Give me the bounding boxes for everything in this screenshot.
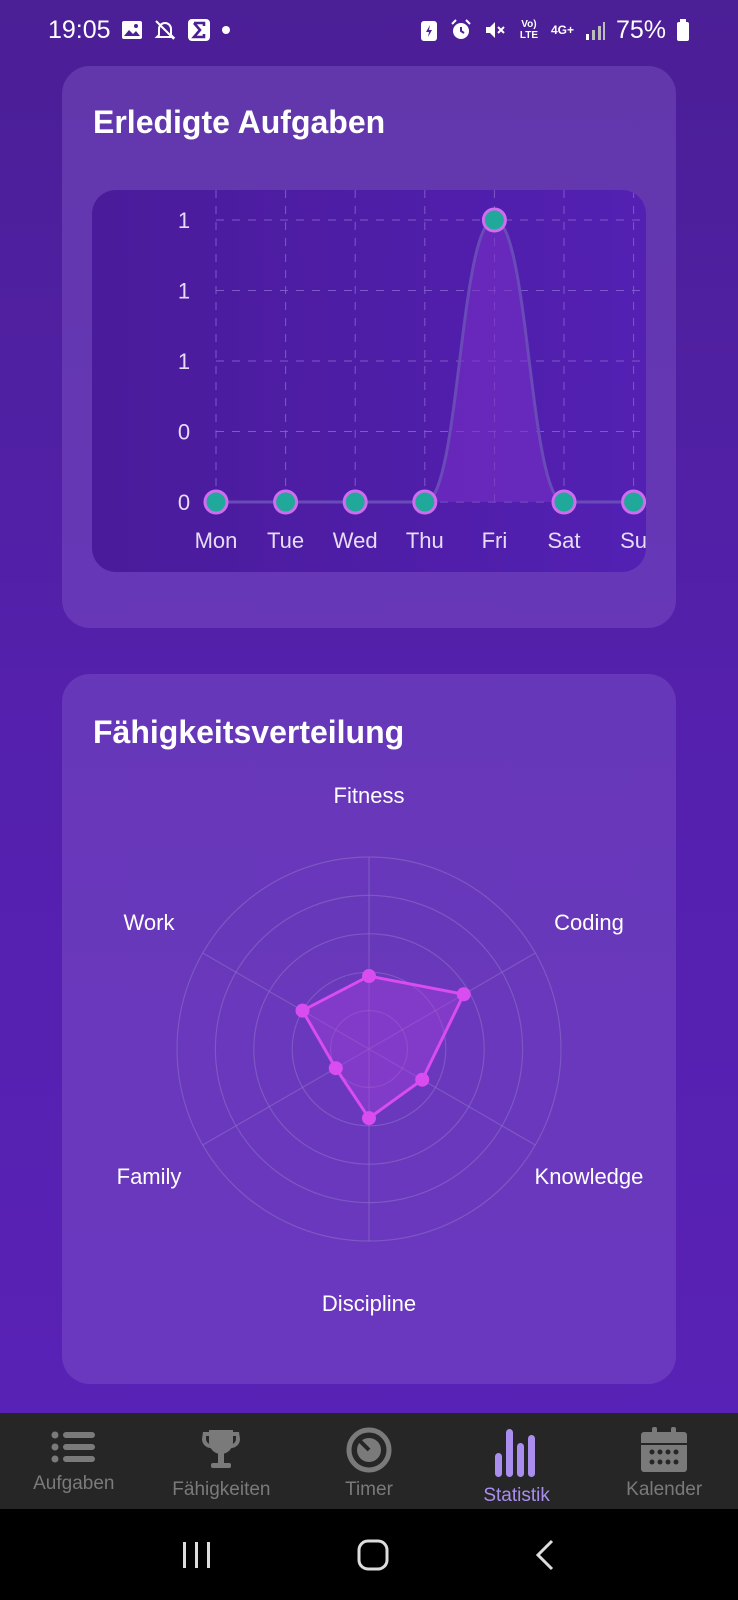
- nav-tasks-label: Aufgaben: [33, 1473, 115, 1494]
- volte-label: Vo) LTE: [519, 19, 539, 41]
- x-tick-label: Wed: [333, 528, 378, 553]
- trophy-icon: [202, 1430, 241, 1468]
- y-tick-label: 0: [178, 420, 190, 445]
- radar-point-coding[interactable]: [456, 987, 471, 1002]
- line-chart: 11100Mon Tue Wed Thu Fri Sat Su: [178, 190, 646, 553]
- list-icon: [51, 1431, 95, 1463]
- radar-point-work[interactable]: [295, 1003, 310, 1018]
- x-tick-label: Tue: [267, 528, 304, 553]
- completed-tasks-card: Erledigte Aufgaben 1 1 1 0 0 Mon Tue Wed Thu Fri S…: [62, 66, 676, 628]
- x-tick-label: Sat: [547, 528, 580, 553]
- nav-timer[interactable]: Timer: [295, 1413, 443, 1509]
- data-point-tue[interactable]: [273, 489, 299, 515]
- mute-icon: [485, 22, 505, 38]
- radar-point-discipline[interactable]: [362, 1111, 376, 1126]
- nav-tasks[interactable]: Aufgaben: [0, 1413, 148, 1509]
- skill-distribution-card: Fähigkeitsverteilung Fitness Coding Knowle…: [62, 674, 676, 1384]
- x-tick-label: Mon: [195, 528, 238, 553]
- status-bar: 19:05 Vo) LTE 4G+ 75%: [0, 0, 738, 60]
- home-icon[interactable]: [356, 1538, 390, 1572]
- status-time: 19:05: [48, 15, 111, 44]
- radar-point-knowledge[interactable]: [415, 1072, 430, 1087]
- nav-statistics[interactable]: Statistik: [443, 1413, 591, 1509]
- system-navigation-bar: [0, 1509, 738, 1600]
- skill-distribution-title: Fähigkeitsverteilung: [93, 714, 405, 750]
- x-tick-label: Su: [620, 528, 646, 553]
- y-tick-label: 1: [178, 279, 190, 304]
- dot-icon: [221, 26, 230, 34]
- battery-saver-icon: [420, 21, 437, 41]
- y-tick-label: 1: [178, 208, 190, 233]
- radar-axis-label-work: Work: [124, 910, 176, 935]
- radar-axis-label-family: Family: [117, 1164, 182, 1189]
- nav-calendar[interactable]: Kalender: [590, 1413, 738, 1509]
- recent-apps-icon[interactable]: [181, 1540, 213, 1570]
- radar-axis-label-discipline: Discipline: [322, 1291, 416, 1316]
- radar-axis-label-fitness: Fitness: [334, 783, 405, 808]
- bottom-navigation: Aufgaben Fähigkeiten Timer Statistik Kal…: [0, 1413, 738, 1509]
- radar-point-fitness[interactable]: [362, 969, 376, 984]
- 4g-label: 4G+: [550, 23, 574, 37]
- signal-icon: [585, 22, 605, 40]
- alarm-icon: [451, 19, 471, 39]
- radar-axis-label-coding: Coding: [554, 910, 624, 935]
- notifications-off-icon: [154, 20, 175, 40]
- back-icon[interactable]: [533, 1538, 557, 1572]
- bar-chart-icon: [494, 1429, 535, 1477]
- x-tick-label: Thu: [406, 528, 444, 553]
- data-point-wed[interactable]: [342, 489, 368, 515]
- nav-calendar-label: Kalender: [626, 1479, 703, 1500]
- radar-point-family[interactable]: [328, 1061, 343, 1076]
- radar-series-area: [300, 974, 466, 1121]
- y-tick-label: 0: [178, 490, 190, 515]
- sigma-app-icon: [187, 19, 210, 41]
- nav-skills-label: Fähigkeiten: [172, 1479, 271, 1500]
- nav-timer-label: Timer: [345, 1479, 393, 1500]
- data-point-mon[interactable]: [203, 489, 229, 515]
- data-point-thu[interactable]: [412, 489, 438, 515]
- nav-statistics-label: Statistik: [483, 1485, 550, 1506]
- nav-skills[interactable]: Fähigkeiten: [148, 1413, 296, 1509]
- battery-icon: [677, 19, 689, 41]
- radar-chart: Fitness Coding Knowledge Discipline Family Wo…: [117, 783, 644, 1316]
- battery-percent: 75%: [615, 15, 666, 44]
- timer-icon: [346, 1427, 392, 1473]
- x-tick-label: Fri: [482, 528, 508, 553]
- data-point-sun[interactable]: [621, 489, 646, 515]
- calendar-icon: [641, 1427, 688, 1472]
- completed-tasks-title: Erledigte Aufgaben: [93, 104, 386, 140]
- data-point-fri[interactable]: [481, 207, 507, 233]
- y-tick-label: 1: [178, 349, 190, 374]
- radar-axis-label-knowledge: Knowledge: [535, 1164, 644, 1189]
- data-point-sat[interactable]: [551, 489, 577, 515]
- completed-tasks-chart: 1 1 1 0 0 Mon Tue Wed Thu Fri Sat Su: [92, 190, 646, 572]
- gallery-icon: [121, 21, 142, 39]
